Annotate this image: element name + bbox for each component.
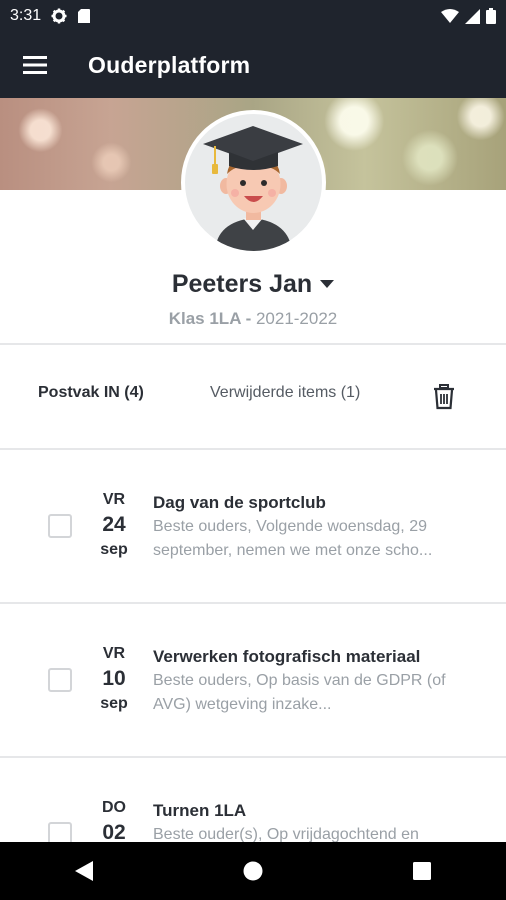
- message-preview: Beste ouders, Volgende woensdag, 29 sept…: [153, 518, 433, 559]
- recents-icon: [412, 862, 431, 880]
- message-checkbox[interactable]: [48, 822, 72, 842]
- home-button[interactable]: [223, 842, 283, 900]
- message-checkbox[interactable]: [48, 514, 72, 538]
- date-weekday: DO: [102, 799, 126, 816]
- home-icon: [243, 861, 263, 881]
- settings-icon: [51, 8, 67, 24]
- message-date: DO 02: [92, 798, 136, 842]
- signal-icon: [465, 8, 480, 24]
- back-button[interactable]: [54, 842, 114, 900]
- student-name: Peeters Jan: [171, 270, 313, 298]
- message-item[interactable]: VR 10 sep Verwerken fotografisch materia…: [0, 604, 506, 756]
- message-date: VR 10 sep: [92, 644, 136, 714]
- status-bar: 3:31: [0, 0, 506, 32]
- app-bar: Ouderplatform: [0, 32, 506, 98]
- date-day: 02: [102, 821, 126, 842]
- date-month: sep: [100, 541, 128, 558]
- message-item[interactable]: VR 24 sep Dag van de sportclub Beste oud…: [0, 450, 506, 602]
- class-label: Klas 1LA: [168, 309, 241, 328]
- mailbox-tabs: Postvak IN (4) Verwijderde items (1): [0, 346, 506, 448]
- date-day: 24: [102, 513, 126, 536]
- divider: [0, 343, 506, 345]
- sd-card-icon: [78, 9, 91, 23]
- message-preview: Beste ouders, Op basis van de GDPR (of A…: [153, 672, 446, 713]
- caret-down-icon: [320, 280, 335, 288]
- message-title: Dag van de sportclub: [153, 493, 326, 512]
- date-weekday: VR: [102, 491, 126, 508]
- recents-button[interactable]: [392, 842, 452, 900]
- message-title: Turnen 1LA: [153, 801, 247, 820]
- message-checkbox[interactable]: [48, 668, 72, 692]
- class-info: Klas 1LA - 2021-2022: [0, 309, 506, 329]
- status-time: 3:31: [10, 7, 42, 24]
- message-preview: Beste ouder(s), Op vrijdagochtend en: [153, 826, 419, 842]
- message-title: Verwerken fotografisch materiaal: [153, 647, 421, 666]
- date-weekday: VR: [102, 645, 126, 662]
- school-year: 2021-2022: [255, 309, 338, 328]
- date-month: sep: [100, 695, 128, 712]
- student-selector[interactable]: Peeters Jan: [0, 270, 506, 299]
- menu-button[interactable]: [0, 32, 70, 98]
- message-item[interactable]: DO 02 Turnen 1LA Beste ouder(s), Op vrij…: [0, 758, 506, 842]
- tab-inbox[interactable]: Postvak IN (4): [38, 384, 144, 402]
- avatar[interactable]: [181, 110, 326, 255]
- date-day: 10: [102, 667, 126, 690]
- message-date: VR 24 sep: [92, 490, 136, 560]
- system-nav-bar: [0, 842, 506, 900]
- class-separator: -: [240, 309, 256, 328]
- battery-icon: [486, 8, 496, 24]
- trash-icon[interactable]: [432, 384, 456, 410]
- wifi-icon: [441, 9, 459, 23]
- hamburger-menu-icon: [23, 56, 47, 74]
- app-title: Ouderplatform: [88, 51, 251, 78]
- back-icon: [75, 861, 94, 881]
- tab-deleted-items[interactable]: Verwijderde items (1): [210, 384, 360, 402]
- graduate-avatar-icon: [203, 126, 303, 251]
